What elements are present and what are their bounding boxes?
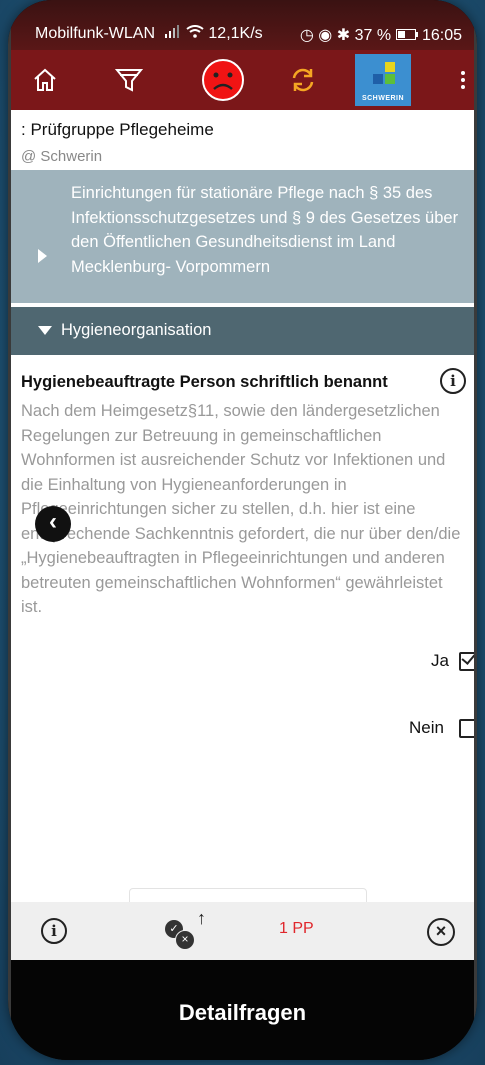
bluetooth-icon: ✱: [336, 27, 351, 44]
info-button[interactable]: i: [41, 918, 67, 944]
page-header: : Prüfgruppe Pflegeheime @ Schwerin: [11, 110, 474, 170]
network-name: Mobilfunk-WLAN: [35, 25, 156, 42]
question-info-icon[interactable]: i: [440, 368, 466, 394]
location-label: @ Schwerin: [21, 148, 103, 165]
dot-icon: [461, 85, 465, 89]
detail-nav: Detailfragen: [11, 960, 474, 1060]
schwerin-logo: SCHWERIN: [355, 54, 411, 106]
back-button[interactable]: ‹: [35, 506, 71, 542]
detailfragen-button[interactable]: Detailfragen: [11, 1000, 474, 1026]
close-button[interactable]: ×: [427, 918, 455, 946]
filter-icon: [115, 69, 143, 92]
page-title: : Prüfgruppe Pflegeheime: [21, 120, 214, 139]
checkbox-nein[interactable]: [459, 719, 474, 738]
screen: Mobilfunk-WLAN 12,1K/s ◷ ◉ ✱ 37 % 16:05: [11, 0, 474, 1060]
main-content: Einrichtungen für stationäre Pflege nach…: [11, 110, 474, 902]
x-circle-icon: ×: [175, 930, 195, 950]
overflow-menu-button[interactable]: [456, 68, 470, 96]
battery-icon: [395, 27, 422, 44]
sad-face-icon: [202, 59, 244, 101]
dot-icon: [461, 78, 465, 82]
bottom-action-bar: i ✓ × ↑ 1 PP ×: [11, 902, 474, 960]
sync-icon: [292, 68, 314, 92]
filter-button[interactable]: [107, 56, 151, 104]
clock: 16:05: [421, 27, 462, 44]
home-icon: [34, 68, 56, 91]
collapse-arrow-icon: [38, 326, 52, 335]
question-description: Nach dem Heimgesetz§11, sowie den länder…: [21, 402, 461, 616]
system-status: ◷ ◉ ✱ 37 % 16:05: [300, 25, 462, 45]
option-label: Ja: [431, 651, 449, 670]
legal-basis-banner[interactable]: Einrichtungen für stationäre Pflege nach…: [11, 155, 474, 303]
section-header-hygieneorganisation[interactable]: Hygieneorganisation: [11, 307, 474, 355]
expand-arrow-icon: [38, 249, 47, 263]
sync-button[interactable]: [281, 56, 325, 104]
check-icon: [461, 649, 474, 665]
close-icon: ×: [435, 921, 447, 941]
alarm-icon: ◷: [299, 27, 314, 44]
banner-text: Einrichtungen für stationäre Pflege nach…: [71, 184, 459, 276]
network-status: Mobilfunk-WLAN 12,1K/s: [35, 25, 263, 43]
phone-frame: Mobilfunk-WLAN 12,1K/s ◷ ◉ ✱ 37 % 16:05: [8, 0, 477, 1060]
status-sad-button[interactable]: [201, 56, 245, 104]
chevron-left-icon: ‹: [49, 508, 57, 535]
question-title: Hygienebeauftragte Person schriftlich be…: [21, 373, 388, 391]
logo-text: SCHWERIN: [361, 95, 405, 102]
eye-icon: ◉: [318, 27, 333, 44]
section-title: Hygieneorganisation: [61, 321, 212, 339]
wifi-icon: [186, 25, 208, 42]
status-bar: Mobilfunk-WLAN 12,1K/s ◷ ◉ ✱ 37 % 16:05: [11, 0, 474, 50]
arrow-up-icon: ↑: [197, 908, 206, 928]
signal-icon: [165, 25, 185, 42]
input-field[interactable]: [129, 888, 367, 902]
battery-percent: 37 %: [354, 27, 392, 44]
bulk-status-button[interactable]: ✓ × ↑: [165, 908, 211, 952]
checkbox-ja[interactable]: [459, 649, 474, 671]
dot-icon: [461, 71, 465, 75]
app-toolbar: SCHWERIN: [11, 50, 474, 110]
network-speed: 12,1K/s: [208, 25, 263, 42]
pp-count[interactable]: 1 PP: [279, 920, 314, 938]
option-label: Nein: [409, 718, 444, 737]
home-button[interactable]: [23, 56, 67, 104]
